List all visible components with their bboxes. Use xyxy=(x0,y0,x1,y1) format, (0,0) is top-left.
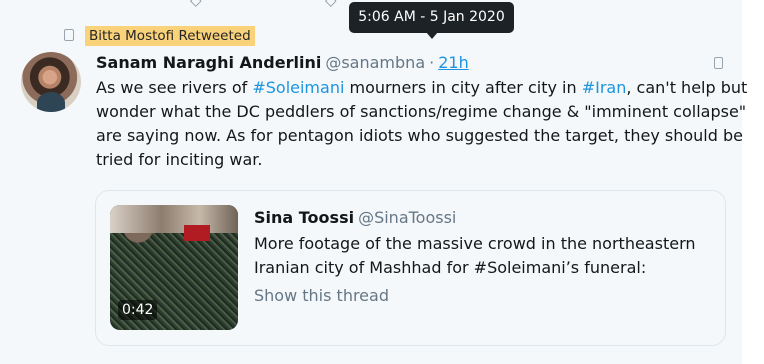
tweet-line-1: As we see rivers of #Soleimani mourners … xyxy=(96,78,748,97)
author-handle[interactable]: @sanambna xyxy=(325,53,425,72)
video-duration: 0:42 xyxy=(118,300,158,320)
quoted-line-1: More footage of the massive crowd in the… xyxy=(254,234,696,253)
avatar[interactable] xyxy=(21,52,81,112)
tweet-header: Sanam Naraghi Anderlini @sanambna · 21h xyxy=(96,52,469,74)
like-icon: ◇ xyxy=(325,0,337,9)
quoted-author-name[interactable]: Sina Toossi xyxy=(254,208,354,227)
retweeted-by-label[interactable]: Bitta Mostofi Retweeted xyxy=(85,26,255,46)
tweet-text: As we see rivers of #Soleimani mourners … xyxy=(96,76,748,172)
quoted-tweet-header: Sina Toossi @SinaToossi xyxy=(254,206,456,230)
timestamp-link[interactable]: 21h xyxy=(438,53,469,72)
quoted-author-handle[interactable]: @SinaToossi xyxy=(358,208,456,227)
more-options-icon[interactable] xyxy=(714,57,723,69)
separator: · xyxy=(429,53,435,72)
tweet-line-3: are saying now. As for pentagon idiots w… xyxy=(96,126,743,145)
timestamp-tooltip: 5:06 AM - 5 Jan 2020 xyxy=(349,2,514,33)
right-rail xyxy=(742,0,764,364)
author-name[interactable]: Sanam Naraghi Anderlini xyxy=(96,53,321,72)
quoted-line-2: Iranian city of Mashhad for #Soleimani’s… xyxy=(254,258,647,277)
hashtag-soleimani[interactable]: #Soleimani xyxy=(252,78,344,97)
quoted-tweet-text: More footage of the massive crowd in the… xyxy=(254,232,724,280)
hashtag-iran[interactable]: #Iran xyxy=(582,78,627,97)
show-thread-link[interactable]: Show this thread xyxy=(254,284,389,308)
retweet-icon xyxy=(64,29,74,41)
tooltip-arrow xyxy=(426,32,438,39)
tweet-line-4: tried for inciting war. xyxy=(96,150,263,169)
tweet-line-2: wonder what the DC peddlers of sanctions… xyxy=(96,102,747,121)
reply-icon: ◇ xyxy=(190,0,202,9)
